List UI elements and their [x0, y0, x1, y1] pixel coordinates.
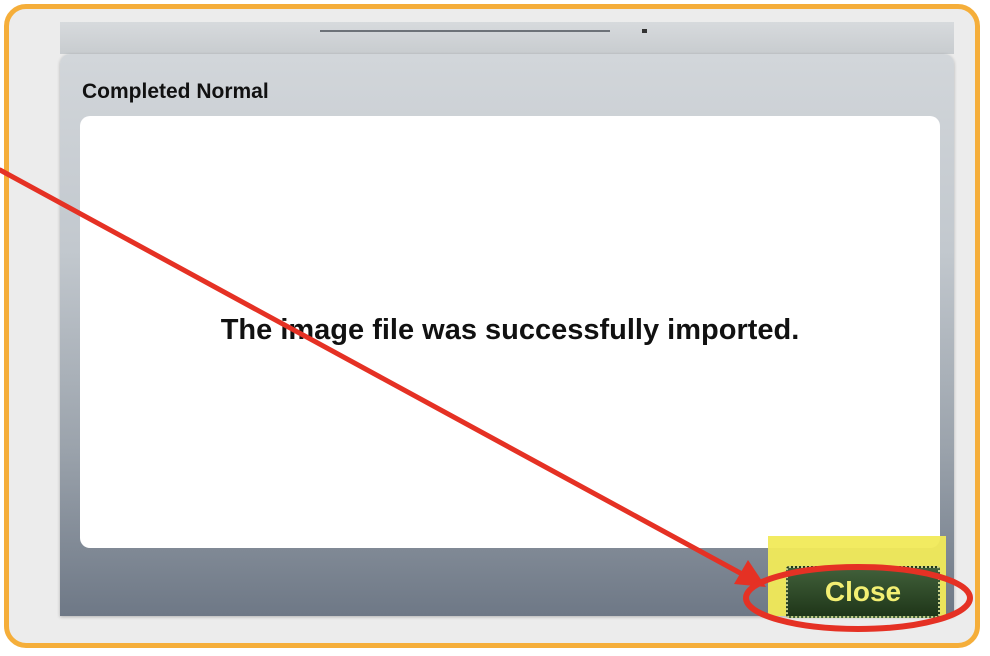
background-window-strip — [60, 22, 954, 54]
dialog-title: Completed Normal — [82, 80, 269, 103]
close-button[interactable]: Close — [786, 566, 940, 618]
success-message: The image file was successfully imported… — [220, 314, 800, 346]
background-window-divider — [320, 30, 610, 32]
background-window-marker — [642, 29, 647, 33]
